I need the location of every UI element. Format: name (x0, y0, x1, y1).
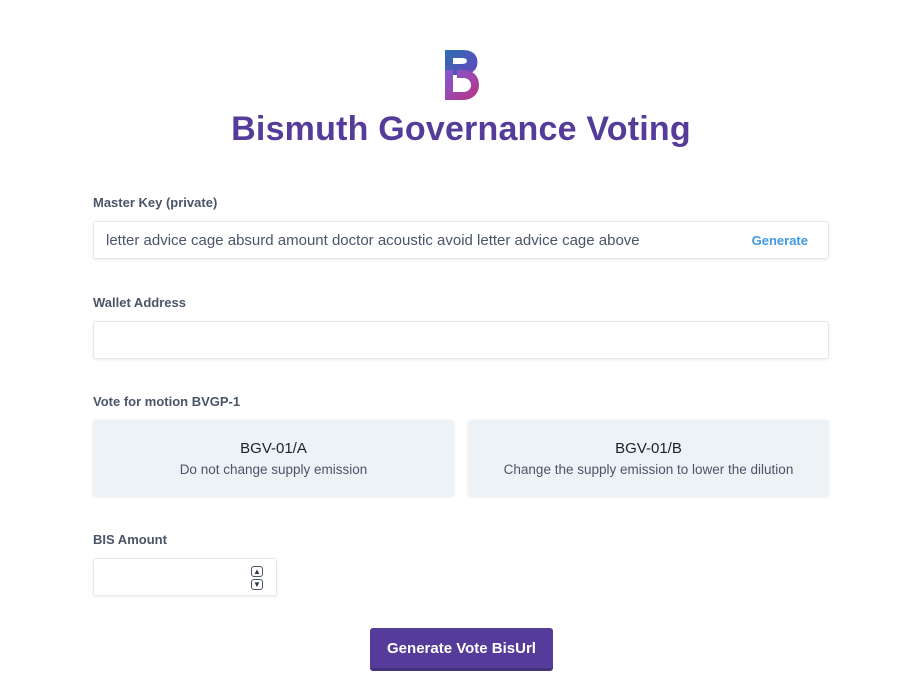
master-key-value[interactable]: letter advice cage absurd amount doctor … (106, 222, 640, 259)
vote-option-a-code: BGV-01/A (240, 440, 307, 457)
amount-stepper[interactable]: ▲ ▼ (251, 566, 263, 592)
generate-button[interactable]: Generate (752, 222, 808, 259)
vote-option-a-description: Do not change supply emission (179, 462, 368, 477)
vote-option-b-description: Change the supply emission to lower the … (503, 462, 794, 477)
bis-amount-label: BIS Amount (93, 532, 167, 547)
vote-option-b-code: BGV-01/B (615, 440, 682, 457)
master-key-label: Master Key (private) (93, 195, 218, 210)
vote-option-a[interactable]: BGV-01/A Do not change supply emission (93, 420, 454, 496)
bismuth-logo-icon (445, 50, 479, 100)
wallet-address-label: Wallet Address (93, 295, 186, 310)
page-title: Bismuth Governance Voting (231, 110, 691, 148)
increment-icon[interactable]: ▲ (251, 566, 263, 577)
decrement-icon[interactable]: ▼ (251, 579, 263, 590)
vote-option-b[interactable]: BGV-01/B Change the supply emission to l… (468, 420, 829, 496)
generate-vote-bisurl-button[interactable]: Generate Vote BisUrl (370, 628, 553, 671)
vote-motion-label: Vote for motion BVGP-1 (93, 394, 241, 409)
wallet-address-input[interactable] (93, 321, 829, 359)
master-key-field[interactable]: letter advice cage absurd amount doctor … (93, 221, 829, 259)
bis-amount-input[interactable]: ▲ ▼ (93, 558, 277, 596)
